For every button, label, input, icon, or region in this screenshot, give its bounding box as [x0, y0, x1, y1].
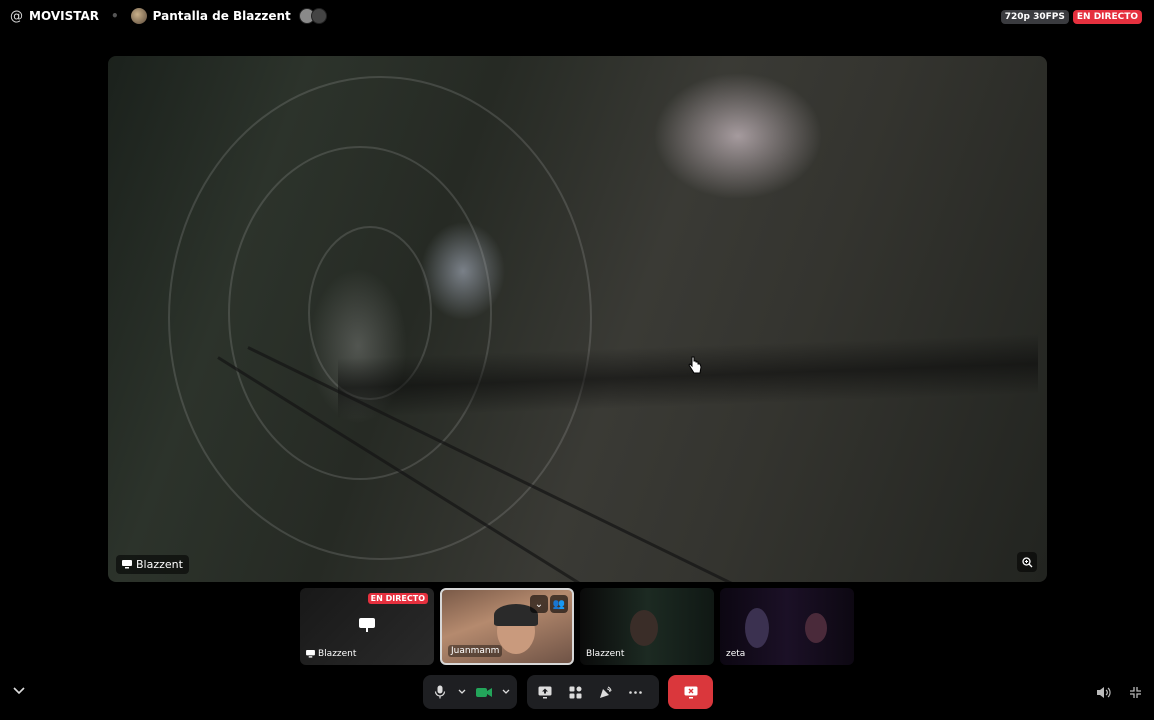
mic-options-button[interactable] [454, 678, 469, 706]
tile-name: Blazzent [318, 649, 357, 659]
chevron-down-icon[interactable] [12, 684, 26, 698]
tile-label: Blazzent [586, 649, 624, 659]
hand-cursor-icon [688, 356, 702, 374]
stream-badges: 720p 30FPS EN DIRECTO [1000, 10, 1142, 24]
tile-name: zeta [726, 649, 746, 659]
camera-button[interactable] [471, 678, 496, 706]
volume-icon [1096, 686, 1111, 698]
tile-name: Blazzent [586, 649, 625, 659]
participant-tiles: EN DIRECTO Blazzent ⌄ 👥 Juanmanm Blazzen… [300, 588, 854, 665]
quality-badge: 720p 30FPS [1000, 10, 1069, 24]
activities-button[interactable] [561, 678, 589, 706]
tile-label: Juanmanm [448, 645, 503, 657]
screen-share-icon [359, 618, 375, 632]
screen-share-icon [538, 686, 552, 698]
camera-icon [475, 687, 492, 697]
chevron-down-icon [502, 689, 510, 694]
activity-group [527, 675, 659, 709]
participant-tile[interactable]: ⌄ 👥 Juanmanm [440, 588, 574, 665]
chevron-down-icon[interactable]: ⌄ [530, 595, 548, 613]
soundboard-button[interactable] [591, 678, 619, 706]
screen-title: Pantalla de Blazzent [152, 9, 291, 23]
add-friend-icon[interactable]: 👥 [550, 595, 568, 613]
viewer-avatars[interactable] [298, 8, 327, 24]
volume-button[interactable] [1094, 682, 1114, 702]
separator-dot: • [111, 9, 119, 23]
screen-share-icon [306, 650, 315, 658]
call-controls-bar [0, 672, 1154, 714]
mic-button[interactable] [427, 678, 452, 706]
live-badge: EN DIRECTO [1072, 10, 1142, 24]
participant-tile[interactable]: zeta [720, 588, 854, 665]
participant-tile[interactable]: EN DIRECTO Blazzent [300, 588, 434, 665]
tile-name: Juanmanm [451, 646, 500, 656]
disconnect-button[interactable] [668, 675, 713, 709]
tile-label: Blazzent [306, 649, 356, 659]
channel-name[interactable]: MOVISTAR [29, 9, 99, 23]
camera-options-button[interactable] [498, 678, 513, 706]
participant-video [805, 613, 827, 643]
stage-streamer-name: Blazzent [136, 558, 183, 571]
more-options-button[interactable] [621, 678, 649, 706]
channel-header: @ MOVISTAR • Pantalla de Blazzent [10, 8, 327, 24]
participant-tile[interactable]: Blazzent [580, 588, 714, 665]
stage-streamer-label: Blazzent [116, 555, 189, 574]
activities-icon [569, 686, 581, 698]
participant-video [745, 608, 769, 648]
screen-share-icon [122, 560, 132, 569]
tile-live-badge: EN DIRECTO [367, 593, 428, 604]
exit-fullscreen-icon [1129, 686, 1141, 698]
tile-label: zeta [726, 649, 745, 659]
exit-fullscreen-button[interactable] [1125, 682, 1145, 702]
participant-video [630, 610, 658, 646]
mic-camera-group [423, 675, 517, 709]
screen-share-stage[interactable]: Blazzent [108, 56, 1047, 582]
microphone-icon [434, 685, 445, 699]
leave-call-icon [684, 686, 697, 698]
zoom-icon [1021, 556, 1032, 567]
screen-share-button[interactable] [531, 678, 559, 706]
soundboard-icon [600, 685, 612, 698]
top-bar: @ MOVISTAR • Pantalla de Blazzent 720p 3… [0, 0, 1154, 34]
chevron-down-icon [458, 689, 466, 694]
more-icon [628, 690, 642, 694]
tunnel-shape [168, 76, 592, 560]
zoom-button[interactable] [1017, 552, 1037, 572]
viewer-avatar [310, 8, 327, 24]
streamer-avatar [130, 8, 147, 24]
tile-overlay-controls: ⌄ 👥 [530, 595, 568, 613]
at-icon: @ [10, 8, 23, 24]
